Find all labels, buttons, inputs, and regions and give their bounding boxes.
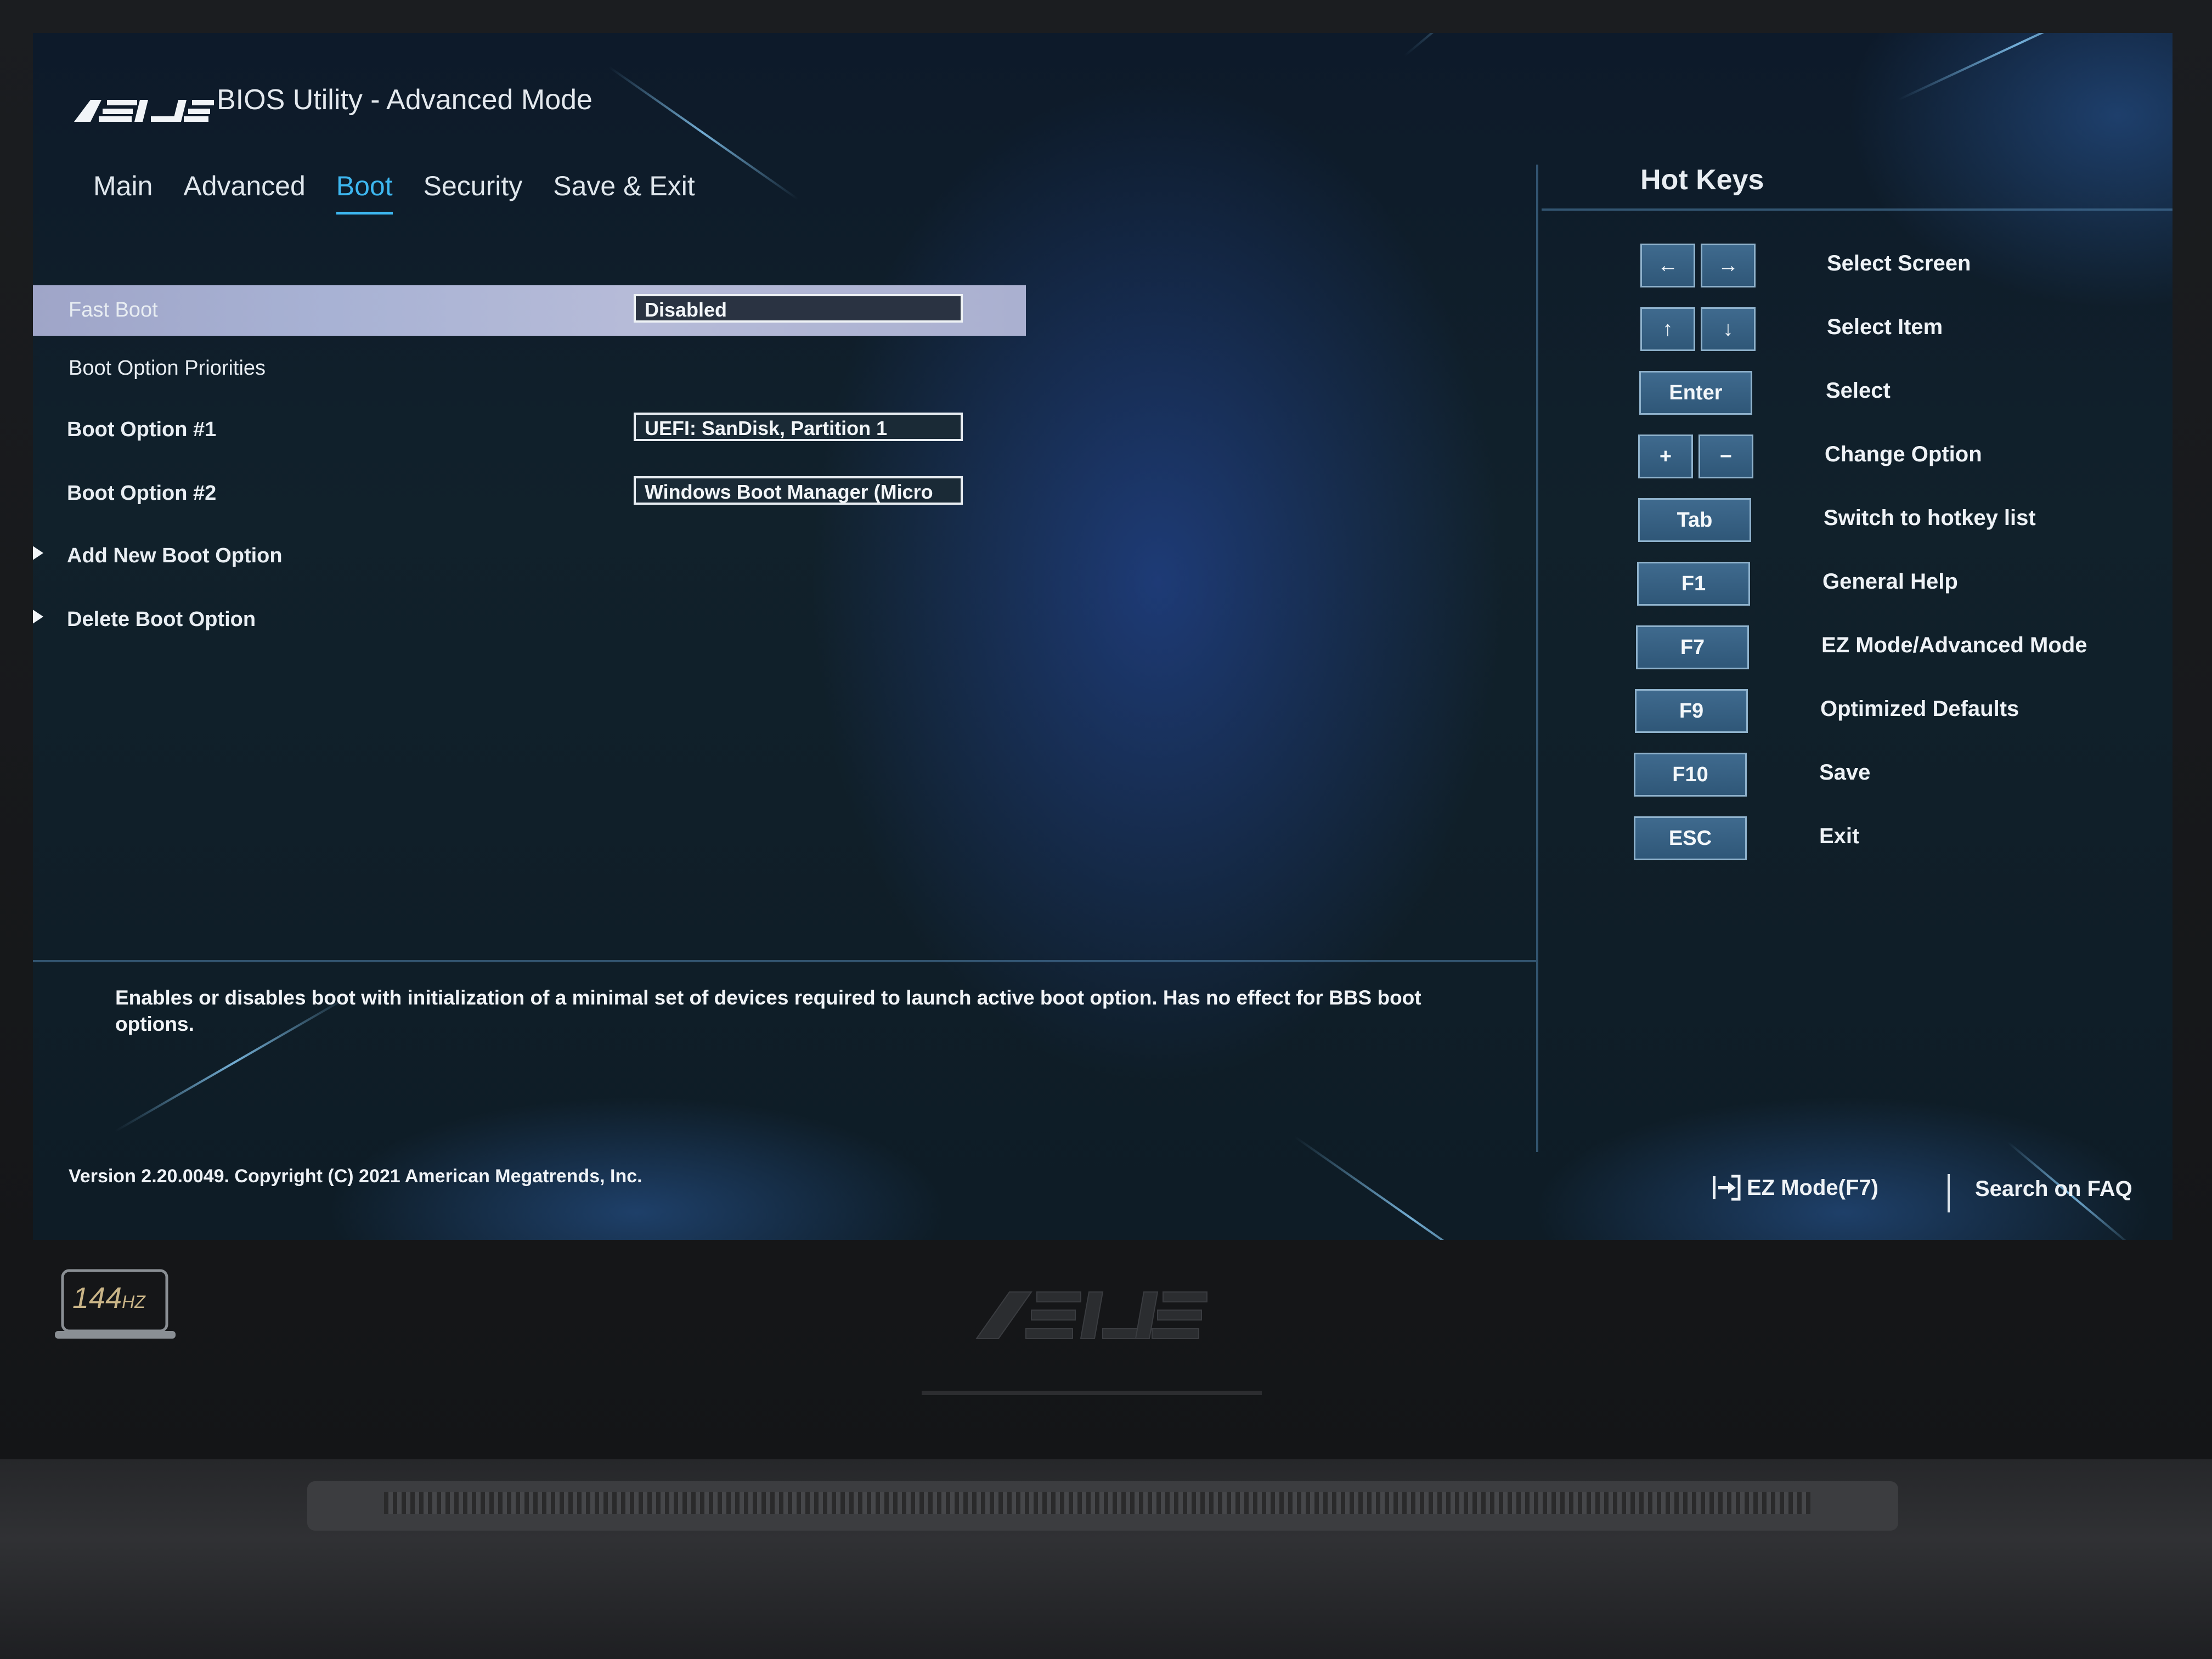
key-down-arrow: ↓ xyxy=(1701,307,1756,351)
refresh-rate-number: 144 xyxy=(72,1282,122,1314)
fast-boot-value[interactable]: Disabled xyxy=(634,294,963,323)
asus-chassis-logo xyxy=(975,1291,1207,1339)
hotkey-label-optimized-defaults: Optimized Defaults xyxy=(1820,697,2019,721)
key-f9: F9 xyxy=(1635,689,1748,733)
tab-boot[interactable]: Boot xyxy=(336,170,393,215)
boot-option-2-label[interactable]: Boot Option #2 xyxy=(67,482,216,505)
hotkey-label-switch-hotkey-list: Switch to hotkey list xyxy=(1824,506,2036,530)
key-left-arrow: ← xyxy=(1640,244,1695,287)
key-minus: − xyxy=(1699,435,1753,478)
boot-option-1-label[interactable]: Boot Option #1 xyxy=(67,418,216,442)
help-description: Enables or disables boot with initializa… xyxy=(115,986,1421,1035)
key-f7: F7 xyxy=(1636,625,1749,669)
key-up-arrow: ↑ xyxy=(1640,307,1695,351)
bios-screen: BIOS Utility - Advanced Mode Main Advanc… xyxy=(33,33,2172,1240)
mode-switch-icon xyxy=(1713,1175,1741,1201)
search-faq-button[interactable]: Search on FAQ xyxy=(1975,1177,2132,1201)
key-esc: ESC xyxy=(1634,816,1747,860)
key-f10: F10 xyxy=(1634,753,1747,797)
hotkey-label-general-help: General Help xyxy=(1822,569,1958,594)
refresh-rate-badge-text: 144HZ xyxy=(72,1281,145,1315)
tab-main[interactable]: Main xyxy=(93,170,153,215)
boot-priorities-heading: Boot Option Priorities xyxy=(69,357,266,380)
delete-boot-option[interactable]: Delete Boot Option xyxy=(67,608,256,631)
ez-mode-label: EZ Mode(F7) xyxy=(1747,1175,1878,1200)
key-tab: Tab xyxy=(1638,498,1751,542)
ez-mode-button[interactable]: EZ Mode(F7) xyxy=(1712,1174,1878,1201)
hotkey-label-select: Select xyxy=(1826,379,1891,403)
tab-advanced[interactable]: Advanced xyxy=(183,170,305,215)
hotkey-label-select-item: Select Item xyxy=(1827,315,1943,339)
key-plus: + xyxy=(1638,435,1693,478)
decor-streak xyxy=(1898,33,2137,101)
decor-streak xyxy=(1294,1136,1530,1240)
tab-save-exit[interactable]: Save & Exit xyxy=(553,170,695,215)
submenu-arrow-icon xyxy=(33,544,43,562)
hotkey-label-ez-advanced-mode: EZ Mode/Advanced Mode xyxy=(1821,633,2087,657)
key-right-arrow: → xyxy=(1701,244,1756,287)
submenu-arrow-icon xyxy=(33,608,43,625)
add-new-boot-option[interactable]: Add New Boot Option xyxy=(67,544,283,568)
fast-boot-row[interactable]: Fast Boot Disabled xyxy=(33,285,1026,336)
boot-option-2-value[interactable]: Windows Boot Manager (Micro xyxy=(634,476,963,505)
key-enter: Enter xyxy=(1639,371,1752,415)
fast-boot-label: Fast Boot xyxy=(69,298,158,321)
hotkey-label-select-screen: Select Screen xyxy=(1827,251,1971,275)
app-title: BIOS Utility - Advanced Mode xyxy=(217,84,592,116)
boot-settings-panel: Fast Boot Disabled Boot Option Prioritie… xyxy=(33,214,1547,993)
boot-option-1-value[interactable]: UEFI: SanDisk, Partition 1 xyxy=(634,413,963,441)
hotkeys-divider xyxy=(1542,208,2172,211)
vent-grille xyxy=(384,1492,1810,1514)
hotkeys-title: Hot Keys xyxy=(1640,164,1764,196)
tab-security[interactable]: Security xyxy=(424,170,523,215)
footer-separator xyxy=(1948,1174,1950,1212)
chassis-trim xyxy=(922,1391,1262,1395)
tab-bar: Main Advanced Boot Security Save & Exit xyxy=(93,170,726,215)
hotkey-label-exit: Exit xyxy=(1819,824,1860,848)
asus-logo xyxy=(74,100,214,122)
decor-streak xyxy=(1403,33,1616,57)
version-copyright: Version 2.20.0049. Copyright (C) 2021 Am… xyxy=(69,1166,642,1187)
help-divider xyxy=(33,960,1536,962)
hotkey-label-save: Save xyxy=(1819,760,1871,785)
key-f1: F1 xyxy=(1637,562,1750,606)
hotkey-label-change-option: Change Option xyxy=(1825,442,1982,466)
refresh-rate-unit: HZ xyxy=(122,1292,145,1312)
